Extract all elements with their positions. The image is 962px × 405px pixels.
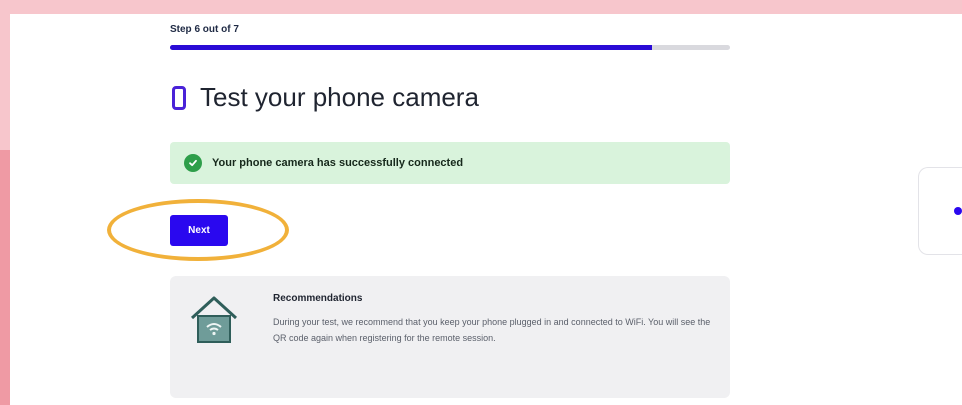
left-background-band [0, 150, 10, 405]
success-banner: Your phone camera has successfully conne… [170, 142, 730, 184]
side-indicator-dot [954, 207, 962, 215]
home-wifi-icon [188, 294, 240, 346]
recommendations-body: During your test, we recommend that you … [273, 317, 711, 343]
side-panel-card[interactable] [918, 167, 962, 255]
recommendations-card: Recommendations During your test, we rec… [170, 276, 730, 398]
success-message: Your phone camera has successfully conne… [212, 157, 464, 169]
title-row: Test your phone camera [172, 82, 479, 113]
step-indicator: Step 6 out of 7 [170, 24, 239, 35]
progress-bar [170, 45, 730, 50]
recommendations-title: Recommendations [273, 293, 363, 304]
page-title: Test your phone camera [200, 82, 479, 112]
smartphone-icon [172, 85, 186, 110]
progress-bar-fill [170, 45, 652, 50]
next-button[interactable]: Next [170, 215, 228, 246]
top-background-band [0, 0, 962, 14]
check-circle-icon [184, 154, 202, 172]
